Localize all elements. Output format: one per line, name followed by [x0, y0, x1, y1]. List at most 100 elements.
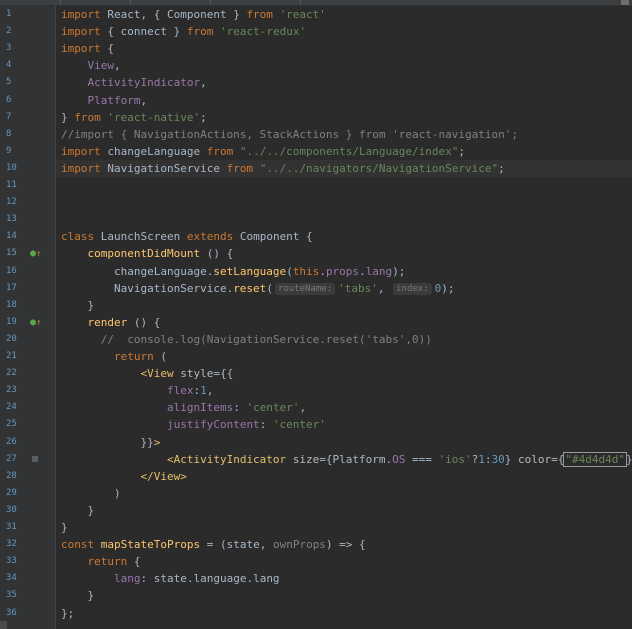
code-token: changeLanguage	[107, 144, 207, 158]
code-line[interactable]: } from 'react-native';	[56, 109, 632, 126]
gutter-line[interactable]: 1	[0, 6, 55, 23]
code-token: :	[259, 418, 273, 432]
code-line[interactable]: import {	[56, 40, 632, 57]
gutter-line[interactable]: 13	[0, 211, 55, 228]
gutter-line[interactable]: 36	[0, 605, 55, 622]
line-number: 29	[6, 487, 17, 498]
code-line[interactable]: }	[56, 502, 632, 519]
override-method-icon[interactable]: ●↑	[30, 245, 41, 263]
gutter-line[interactable]: 29	[0, 485, 55, 502]
gutter-line[interactable]: 9	[0, 143, 55, 160]
gutter-line[interactable]: 22	[0, 365, 55, 382]
gutter-line[interactable]: 34	[0, 570, 55, 587]
code-line[interactable]: }	[56, 587, 632, 604]
gutter-line[interactable]: 12	[0, 194, 55, 211]
code-area[interactable]: import React, { Component } from 'react'…	[56, 6, 632, 629]
code-token: :	[233, 401, 247, 415]
code-line[interactable]: const mapStateToProps = (state, ownProps…	[56, 536, 632, 553]
code-token: 'tabs'	[338, 281, 378, 295]
gutter-line[interactable]: 3	[0, 40, 55, 57]
gutter-line[interactable]: 23	[0, 382, 55, 399]
code-token: lang	[365, 264, 393, 278]
code-line[interactable]: changeLanguage.setLanguage(this.props.la…	[56, 263, 632, 280]
gutter-line[interactable]: 17	[0, 280, 55, 297]
gutter-line[interactable]: 24	[0, 399, 55, 416]
code-line[interactable]: import { connect } from 'react-redux'	[56, 23, 632, 40]
code-line[interactable]: justifyContent: 'center'	[56, 416, 632, 433]
code-token: import	[61, 8, 108, 21]
code-line[interactable]: //import { NavigationActions, StackActio…	[56, 126, 632, 143]
code-line[interactable]: return (	[56, 348, 632, 365]
gutter-line[interactable]: 30	[0, 502, 55, 519]
code-token: LaunchScreen	[100, 230, 187, 244]
code-line[interactable]: ActivityIndicator,	[56, 74, 632, 91]
code-line[interactable]: import NavigationService from "../../nav…	[56, 159, 632, 177]
code-line[interactable]	[56, 211, 632, 228]
code-token: { connect }	[107, 25, 187, 39]
code-line[interactable]: lang: state.language.lang	[56, 570, 632, 587]
gutter-line[interactable]: 11	[0, 177, 55, 194]
gutter-line[interactable]: 18	[0, 297, 55, 314]
code-line[interactable]: import changeLanguage from "../../compon…	[56, 143, 632, 160]
code-token: NavigationService	[107, 161, 227, 175]
code-token: ,	[200, 76, 207, 90]
code-editor[interactable]: 1 2 3 4 5 6 7 8 9 10 11 12 13 14 15 ●↑ 16 17 18 19 ●↑ 20 21 22 2…	[0, 6, 632, 629]
bookmark-icon[interactable]	[32, 455, 38, 462]
code-line[interactable]: }}>	[56, 434, 632, 451]
code-line[interactable]	[56, 194, 632, 211]
code-line[interactable]: <View style={{	[56, 365, 632, 382]
code-line[interactable]: NavigationService.reset(routeName:'tabs'…	[56, 280, 632, 297]
code-line[interactable]: )	[56, 485, 632, 502]
gutter-line[interactable]: 5	[0, 74, 55, 91]
code-line[interactable]: }	[56, 519, 632, 536]
code-token: <View	[140, 367, 181, 381]
line-number: 12	[6, 197, 17, 208]
gutter-line[interactable]: 16	[0, 263, 55, 280]
gutter-line[interactable]: 28	[0, 468, 55, 485]
code-line[interactable]: Platform,	[56, 92, 632, 109]
close-icon[interactable]	[621, 0, 629, 5]
code-line[interactable]: };	[56, 605, 632, 622]
override-method-icon[interactable]: ●↑	[30, 314, 41, 332]
code-line[interactable]: componentDidMount () {	[56, 245, 632, 262]
code-line[interactable]: flex:1,	[56, 382, 632, 399]
code-line[interactable]: </View>	[56, 468, 632, 485]
code-line[interactable]: alignItems: 'center',	[56, 399, 632, 416]
gutter-line[interactable]: 21	[0, 348, 55, 365]
gutter-line[interactable]: 2	[0, 23, 55, 40]
code-line[interactable]: <ActivityIndicator size={Platform.OS ===…	[56, 451, 632, 468]
code-token: "../../navigators/NavigationService"	[259, 161, 499, 175]
code-line[interactable]: render () {	[56, 314, 632, 331]
code-line[interactable]: View,	[56, 57, 632, 74]
code-line[interactable]: }	[56, 297, 632, 314]
line-number: 15	[6, 248, 17, 259]
gutter-line[interactable]: 33	[0, 553, 55, 570]
line-number: 8	[6, 128, 12, 139]
code-line[interactable]	[56, 177, 632, 194]
code-token: }	[61, 110, 75, 124]
gutter-line[interactable]: 8	[0, 126, 55, 143]
code-token: View	[61, 59, 114, 73]
gutter-line[interactable]: 15 ●↑	[0, 245, 55, 262]
gutter-line[interactable]: 6	[0, 92, 55, 109]
gutter-line[interactable]: 25	[0, 416, 55, 433]
line-number-gutter[interactable]: 1 2 3 4 5 6 7 8 9 10 11 12 13 14 15 ●↑ 16 17 18 19 ●↑ 20 21 22 2…	[0, 6, 56, 629]
code-token: 'ios'	[438, 452, 472, 466]
gutter-line[interactable]: 7	[0, 109, 55, 126]
gutter-line[interactable]: 35	[0, 587, 55, 604]
gutter-line[interactable]: 10	[0, 160, 55, 177]
gutter-line[interactable]: 14	[0, 228, 55, 245]
code-line[interactable]: import React, { Component } from 'react'	[56, 6, 632, 23]
code-line[interactable]: return {	[56, 553, 632, 570]
code-line[interactable]: class LaunchScreen extends Component {	[56, 228, 632, 245]
gutter-line[interactable]: 31	[0, 519, 55, 536]
gutter-line[interactable]: 26	[0, 434, 55, 451]
code-line[interactable]: // console.log(NavigationService.reset('…	[56, 331, 632, 348]
gutter-line[interactable]: 4	[0, 57, 55, 74]
gutter-line[interactable]: 20	[0, 331, 55, 348]
code-token: >	[153, 435, 161, 449]
gutter-line[interactable]: 32	[0, 536, 55, 553]
gutter-line[interactable]: 19 ●↑	[0, 314, 55, 331]
gutter-line[interactable]: 27	[0, 451, 55, 468]
